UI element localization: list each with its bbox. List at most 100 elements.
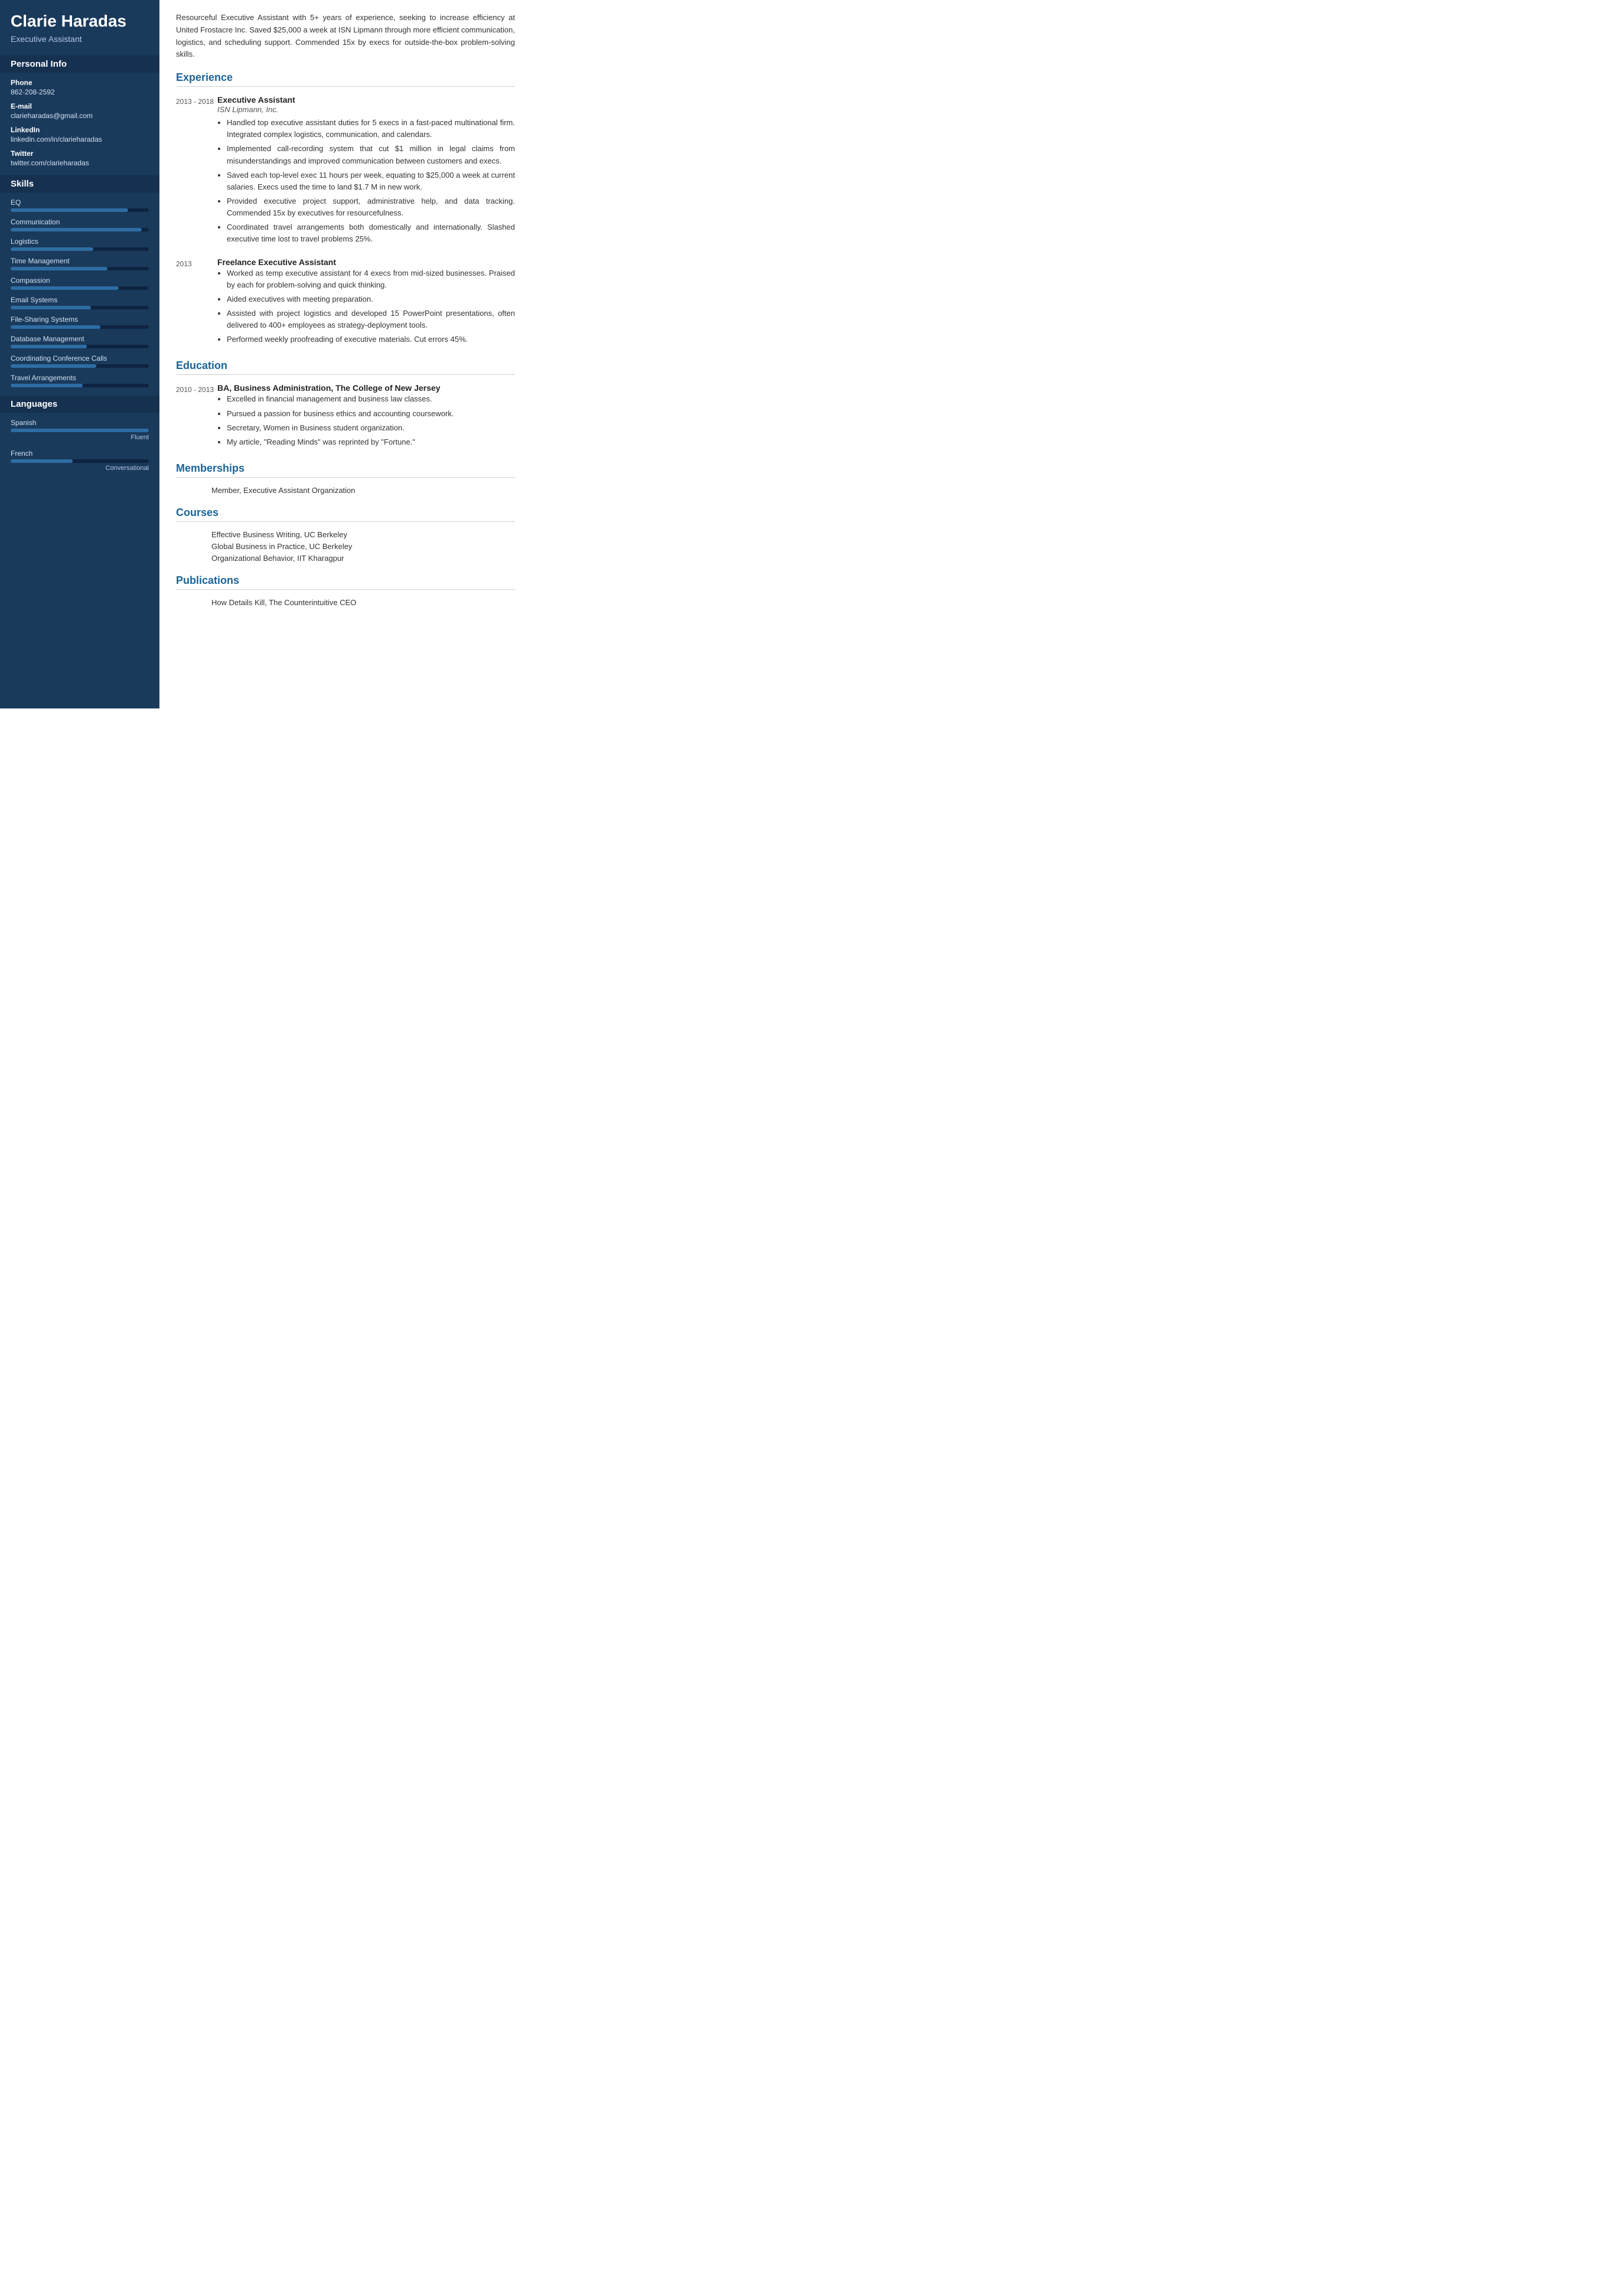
entry-date: 2013 - 2018 — [176, 95, 217, 247]
skill-bar-bg — [11, 384, 149, 387]
entry-body: BA, Business Administration, The College… — [217, 383, 515, 450]
skill-name: Time Management — [11, 257, 149, 265]
language-bar-bg — [11, 459, 149, 463]
skill-name: Database Management — [11, 335, 149, 343]
entry-bullet: Coordinated travel arrangements both dom… — [227, 221, 515, 245]
languages-heading: Languages — [0, 396, 159, 413]
twitter-label: Twitter — [11, 149, 149, 158]
course-item: Global Business in Practice, UC Berkeley — [211, 542, 515, 551]
language-bar-bg — [11, 429, 149, 432]
membership-item: Member, Executive Assistant Organization — [211, 486, 515, 495]
course-item: Organizational Behavior, IIT Kharagpur — [211, 554, 515, 563]
language-level: Conversational — [11, 465, 149, 472]
experience-heading: Experience — [176, 71, 515, 87]
main-content: Resourceful Executive Assistant with 5+ … — [159, 0, 531, 708]
entry-bullet: Saved each top-level exec 11 hours per w… — [227, 169, 515, 193]
courses-heading: Courses — [176, 507, 515, 522]
experience-entry: 2013 Freelance Executive Assistant Worke… — [176, 257, 515, 348]
course-item: Effective Business Writing, UC Berkeley — [211, 530, 515, 539]
entry-bullet: Worked as temp executive assistant for 4… — [227, 267, 515, 291]
entry-org: ISN Lipmann, Inc. — [217, 105, 515, 114]
entry-bullet: My article, "Reading Minds" was reprinte… — [227, 436, 515, 448]
skill-bar-bg — [11, 247, 149, 251]
skills-list: EQ Communication Logistics Time Manageme… — [11, 198, 149, 387]
entry-title: Freelance Executive Assistant — [217, 257, 515, 267]
entry-bullet: Handled top executive assistant duties f… — [227, 117, 515, 141]
language-item: French Conversational — [11, 449, 149, 472]
skill-name: File-Sharing Systems — [11, 315, 149, 324]
publications-heading: Publications — [176, 574, 515, 590]
courses-list: Effective Business Writing, UC Berkeley G… — [176, 530, 515, 563]
skill-name: Travel Arrangements — [11, 374, 149, 382]
entry-date: 2010 - 2013 — [176, 383, 217, 450]
entry-bullet: Aided executives with meeting preparatio… — [227, 293, 515, 305]
skill-item: EQ — [11, 198, 149, 212]
entry-title: BA, Business Administration, The College… — [217, 383, 515, 393]
skill-bar-bg — [11, 208, 149, 212]
entry-bullet: Secretary, Women in Business student org… — [227, 422, 515, 434]
entry-bullet: Assisted with project logistics and deve… — [227, 308, 515, 331]
skill-name: Logistics — [11, 237, 149, 246]
email-value: clarieharadas@gmail.com — [11, 112, 149, 120]
entry-bullet: Pursued a passion for business ethics an… — [227, 408, 515, 420]
personal-info-heading: Personal Info — [0, 55, 159, 73]
entry-bullet: Implemented call-recording system that c… — [227, 143, 515, 166]
skill-item: Time Management — [11, 257, 149, 270]
publication-item: How Details Kill, The Counterintuitive C… — [211, 598, 515, 607]
entry-bullet: Performed weekly proofreading of executi… — [227, 334, 515, 345]
skill-item: Compassion — [11, 276, 149, 290]
sidebar: Clarie Haradas Executive Assistant Perso… — [0, 0, 159, 708]
skill-bar-fill — [11, 208, 128, 212]
language-name: French — [11, 449, 149, 458]
memberships-list: Member, Executive Assistant Organization — [176, 486, 515, 495]
email-label: E-mail — [11, 102, 149, 110]
language-bar-fill — [11, 459, 73, 463]
skill-name: Email Systems — [11, 296, 149, 304]
entry-title: Executive Assistant — [217, 95, 515, 104]
skill-bar-fill — [11, 384, 83, 387]
memberships-section: Memberships Member, Executive Assistant … — [176, 462, 515, 495]
languages-list: Spanish Fluent French Conversational — [11, 419, 149, 472]
skill-bar-fill — [11, 306, 91, 309]
skill-bar-fill — [11, 345, 87, 348]
skill-bar-bg — [11, 228, 149, 231]
skills-heading: Skills — [0, 175, 159, 192]
skill-item: Email Systems — [11, 296, 149, 309]
skill-bar-bg — [11, 286, 149, 290]
skill-bar-bg — [11, 364, 149, 368]
entry-body: Executive Assistant ISN Lipmann, Inc. Ha… — [217, 95, 515, 247]
skill-bar-bg — [11, 345, 149, 348]
entry-bullet: Excelled in financial management and bus… — [227, 393, 515, 405]
experience-entry: 2010 - 2013 BA, Business Administration,… — [176, 383, 515, 450]
skill-item: Database Management — [11, 335, 149, 348]
skill-bar-fill — [11, 364, 96, 368]
skill-bar-bg — [11, 325, 149, 329]
skill-bar-bg — [11, 267, 149, 270]
entry-bullet: Provided executive project support, admi… — [227, 195, 515, 219]
publications-list: How Details Kill, The Counterintuitive C… — [176, 598, 515, 607]
courses-section: Courses Effective Business Writing, UC B… — [176, 507, 515, 563]
education-heading: Education — [176, 360, 515, 375]
skill-name: Compassion — [11, 276, 149, 285]
summary-text: Resourceful Executive Assistant with 5+ … — [176, 12, 515, 61]
skill-item: Communication — [11, 218, 149, 231]
language-item: Spanish Fluent — [11, 419, 149, 441]
publications-section: Publications How Details Kill, The Count… — [176, 574, 515, 607]
candidate-title: Executive Assistant — [11, 34, 149, 44]
education-section: Education 2010 - 2013 BA, Business Admin… — [176, 360, 515, 450]
skill-bar-fill — [11, 228, 142, 231]
skill-bar-fill — [11, 267, 107, 270]
candidate-name: Clarie Haradas — [11, 12, 149, 31]
skill-item: Coordinating Conference Calls — [11, 354, 149, 368]
linkedin-value: linkedin.com/in/clarieharadas — [11, 135, 149, 143]
language-name: Spanish — [11, 419, 149, 427]
experience-entry: 2013 - 2018 Executive Assistant ISN Lipm… — [176, 95, 515, 247]
experience-section: Experience 2013 - 2018 Executive Assista… — [176, 71, 515, 348]
skill-bar-fill — [11, 325, 100, 329]
experience-entries: 2013 - 2018 Executive Assistant ISN Lipm… — [176, 95, 515, 348]
skill-item: Travel Arrangements — [11, 374, 149, 387]
personal-info-block: Phone 862-208-2592 E-mail clarieharadas@… — [11, 79, 149, 167]
skill-bar-fill — [11, 247, 93, 251]
skill-item: Logistics — [11, 237, 149, 251]
skill-item: File-Sharing Systems — [11, 315, 149, 329]
